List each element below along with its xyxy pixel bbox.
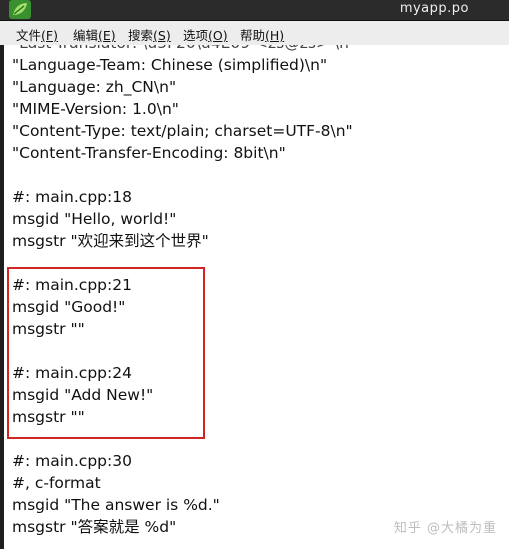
menu-file-mnemonic: (F) — [41, 28, 58, 43]
menu-file-label: 文件 — [16, 28, 42, 43]
title-bar: myapp.po — [0, 0, 509, 21]
menu-edit[interactable]: 编辑(E) — [73, 25, 116, 44]
editor-line: #, c-format — [12, 474, 101, 492]
menu-edit-mnemonic: (E) — [98, 28, 116, 43]
watermark: 知乎 @大橘为重 — [393, 521, 497, 536]
leaf-app-icon[interactable] — [9, 0, 31, 19]
highlight-annotation-box — [7, 267, 205, 439]
editor-line: msgid "The answer is %d." — [12, 496, 220, 514]
menu-help[interactable]: 帮助(H) — [240, 25, 284, 44]
editor-line: "Content-Type: text/plain; charset=UTF-8… — [12, 122, 353, 140]
menu-options-label: 选项 — [183, 28, 209, 43]
menu-bar: 文件(F) 编辑(E) 搜索(S) 选项(O) 帮助(H) — [0, 21, 509, 46]
menu-options-mnemonic: (O) — [208, 28, 228, 43]
menu-file[interactable]: 文件(F) — [16, 25, 58, 44]
menu-search-mnemonic: (S) — [153, 28, 171, 43]
menu-options[interactable]: 选项(O) — [183, 25, 228, 44]
editor-line: msgstr "欢迎来到这个世界" — [12, 232, 209, 250]
editor-line: "Content-Transfer-Encoding: 8bit\n" — [12, 144, 286, 162]
menu-edit-label: 编辑 — [73, 28, 99, 43]
text-editor[interactable]: "Last-Translator: \u5F20\u4E09 <zs@zs> \… — [4, 45, 509, 549]
editor-line-partial: "Last-Translator: \u5F20\u4E09 <zs@zs> \… — [12, 45, 356, 53]
editor-line: "Language-Team: Chinese (simplified)\n" — [12, 56, 328, 74]
menu-help-label: 帮助 — [240, 28, 266, 43]
menu-search-label: 搜索 — [128, 28, 154, 43]
menu-search[interactable]: 搜索(S) — [128, 25, 171, 44]
editor-line: msgstr "答案就是 %d" — [12, 518, 177, 536]
editor-line: "Language: zh_CN\n" — [12, 78, 177, 96]
editor-line: msgid "Hello, world!" — [12, 210, 177, 228]
editor-line: #: main.cpp:30 — [12, 452, 132, 470]
editor-line: #: main.cpp:18 — [12, 188, 132, 206]
editor-line: "MIME-Version: 1.0\n" — [12, 100, 179, 118]
window-title: myapp.po — [399, 1, 469, 16]
menu-help-mnemonic: (H) — [265, 28, 285, 43]
